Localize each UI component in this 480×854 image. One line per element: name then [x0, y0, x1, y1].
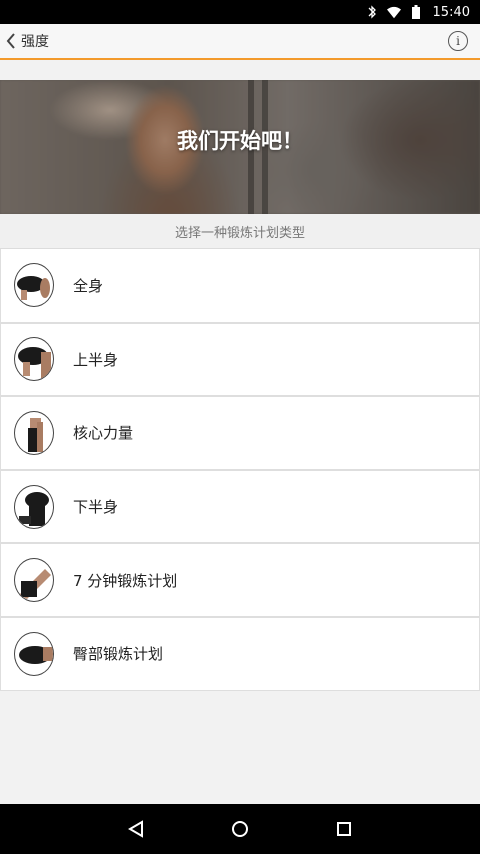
recents-square-icon[interactable] [332, 817, 356, 841]
hero-headline: 我们开始吧！ [177, 129, 303, 153]
workout-item-lower-body[interactable]: 下半身 [0, 469, 480, 544]
glutes-icon [14, 631, 54, 676]
full-body-icon [14, 263, 54, 308]
battery-icon [409, 5, 423, 19]
workout-label: 全身 [73, 276, 104, 295]
back-button[interactable]: 强度 [0, 24, 49, 58]
workout-item-glutes[interactable]: 臀部锻炼计划 [0, 616, 480, 691]
workout-label: 7 分钟锻炼计划 [73, 571, 178, 590]
workout-type-list: 全身 上半身 核心力量 下半身 7 分钟锻炼计划 臀部锻炼计划 [0, 249, 480, 691]
workout-item-7-minute[interactable]: 7 分钟锻炼计划 [0, 543, 480, 617]
upper-body-icon [14, 337, 54, 382]
workout-item-full-body[interactable]: 全身 [0, 249, 480, 323]
section-subheader: 选择一种锻炼计划类型 [0, 214, 480, 249]
workout-label: 上半身 [73, 350, 119, 369]
workout-item-core[interactable]: 核心力量 [0, 396, 480, 470]
seven-minute-icon [14, 558, 54, 603]
workout-label: 臀部锻炼计划 [73, 645, 164, 664]
core-icon [14, 410, 54, 455]
info-icon[interactable]: i [448, 31, 468, 51]
workout-label: 下半身 [73, 498, 119, 517]
workout-item-upper-body[interactable]: 上半身 [0, 322, 480, 397]
wifi-icon [386, 5, 401, 19]
status-bar: 15:40 [0, 0, 480, 24]
system-nav-bar [0, 804, 480, 854]
page-title: 强度 [21, 34, 49, 50]
hero-banner: 我们开始吧！ [0, 80, 480, 214]
home-circle-icon[interactable] [228, 817, 252, 841]
toolbar: 强度 i [0, 24, 480, 60]
lower-body-icon [14, 484, 54, 529]
back-triangle-icon[interactable] [124, 817, 148, 841]
bluetooth-icon [365, 5, 379, 19]
chevron-left-icon [6, 33, 16, 49]
workout-label: 核心力量 [73, 424, 134, 443]
status-time: 15:40 [432, 4, 470, 20]
